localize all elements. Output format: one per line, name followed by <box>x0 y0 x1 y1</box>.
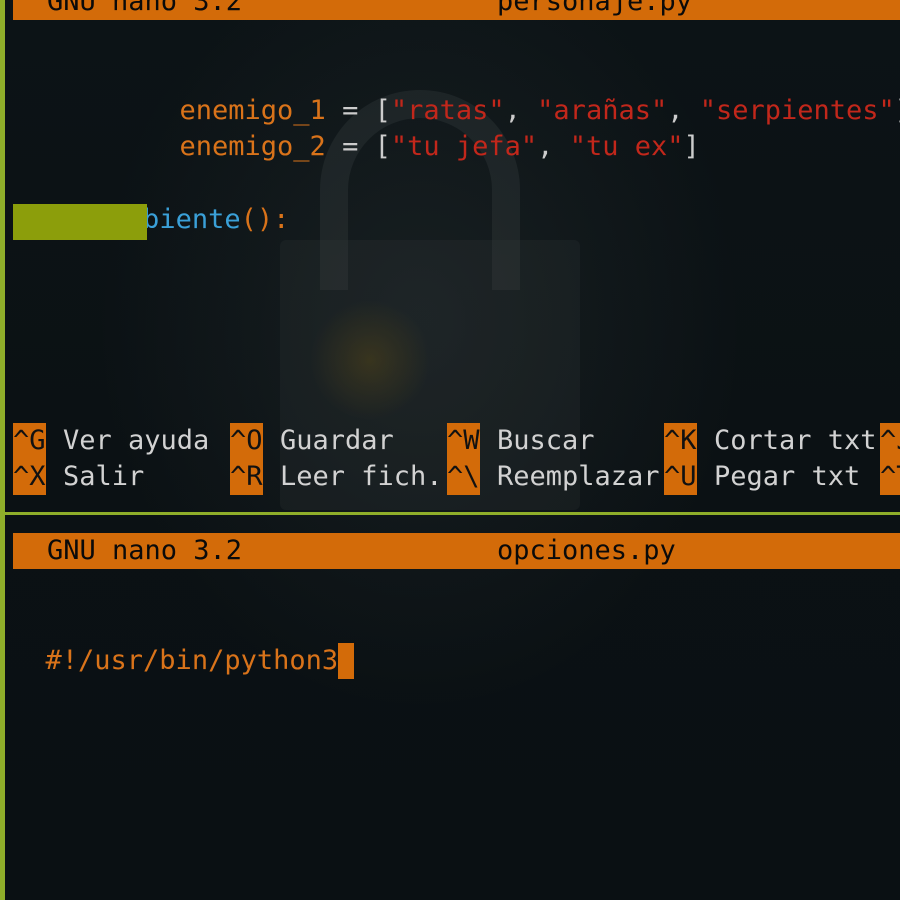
shortcut-key[interactable]: ^J <box>880 423 900 459</box>
code-separator: , <box>537 131 570 162</box>
shortcut-label[interactable]: Reemplazar <box>497 459 660 495</box>
titlebar-top: GNU nano 3.2 personaje.py <box>13 0 900 20</box>
code-punctuation: (): <box>240 204 290 235</box>
app-title-top: GNU nano 3.2 <box>47 0 243 17</box>
shortcut-label[interactable]: Buscar <box>497 423 595 459</box>
code-line-2[interactable]: enemigo_2 = ["tu jefa", "tu ex"] <box>147 93 700 162</box>
pane-border-left <box>0 0 5 900</box>
shortcut-key[interactable]: ^T <box>880 459 900 495</box>
shortcut-label[interactable]: Ver ayuda <box>63 423 209 459</box>
code-bracket: ] <box>683 131 700 162</box>
code-identifier: enemigo_2 <box>179 131 326 162</box>
shebang-line[interactable]: #!/usr/bin/python3 <box>13 607 355 679</box>
code-string: "tu ex" <box>569 131 684 162</box>
shortcut-label[interactable]: Salir <box>63 459 144 495</box>
shortcut-key[interactable]: ^W <box>447 423 480 459</box>
shortcut-key[interactable]: ^R <box>230 459 263 495</box>
shortcut-label[interactable]: Pegar txt <box>714 459 860 495</box>
shortcut-label[interactable]: Leer fich. <box>280 459 443 495</box>
code-line-1[interactable]: enemigo_1 = ["ratas", "arañas", "serpien… <box>147 57 900 126</box>
titlebar-bottom: GNU nano 3.2 opciones.py <box>13 533 900 569</box>
pane-divider[interactable] <box>0 512 900 515</box>
app-title-bottom: GNU nano 3.2 <box>47 535 243 566</box>
shortcut-key[interactable]: ^O <box>230 423 263 459</box>
shebang-text: #!/usr/bin/python3 <box>45 645 339 676</box>
shortcut-key[interactable]: ^X <box>13 459 46 495</box>
text-cursor <box>338 643 355 679</box>
file-title-bottom: opciones.py <box>497 535 676 566</box>
shortcut-label[interactable]: Guardar <box>280 423 394 459</box>
shortcut-key[interactable]: ^U <box>664 459 697 495</box>
code-string: "tu jefa" <box>390 131 538 162</box>
shortcut-key[interactable]: ^G <box>13 423 46 459</box>
code-string: "serpientes" <box>699 95 895 126</box>
text-cursor-indent <box>13 204 147 240</box>
code-operator: = [ <box>325 131 391 162</box>
file-title-top: personaje.py <box>497 0 693 17</box>
code-line-3[interactable]: def ambiente(): <box>13 166 290 235</box>
code-bracket: ] <box>895 95 900 126</box>
shortcut-label[interactable]: Cortar txt <box>714 423 877 459</box>
shortcut-key[interactable]: ^\ <box>447 459 480 495</box>
shortcut-key[interactable]: ^K <box>664 423 697 459</box>
